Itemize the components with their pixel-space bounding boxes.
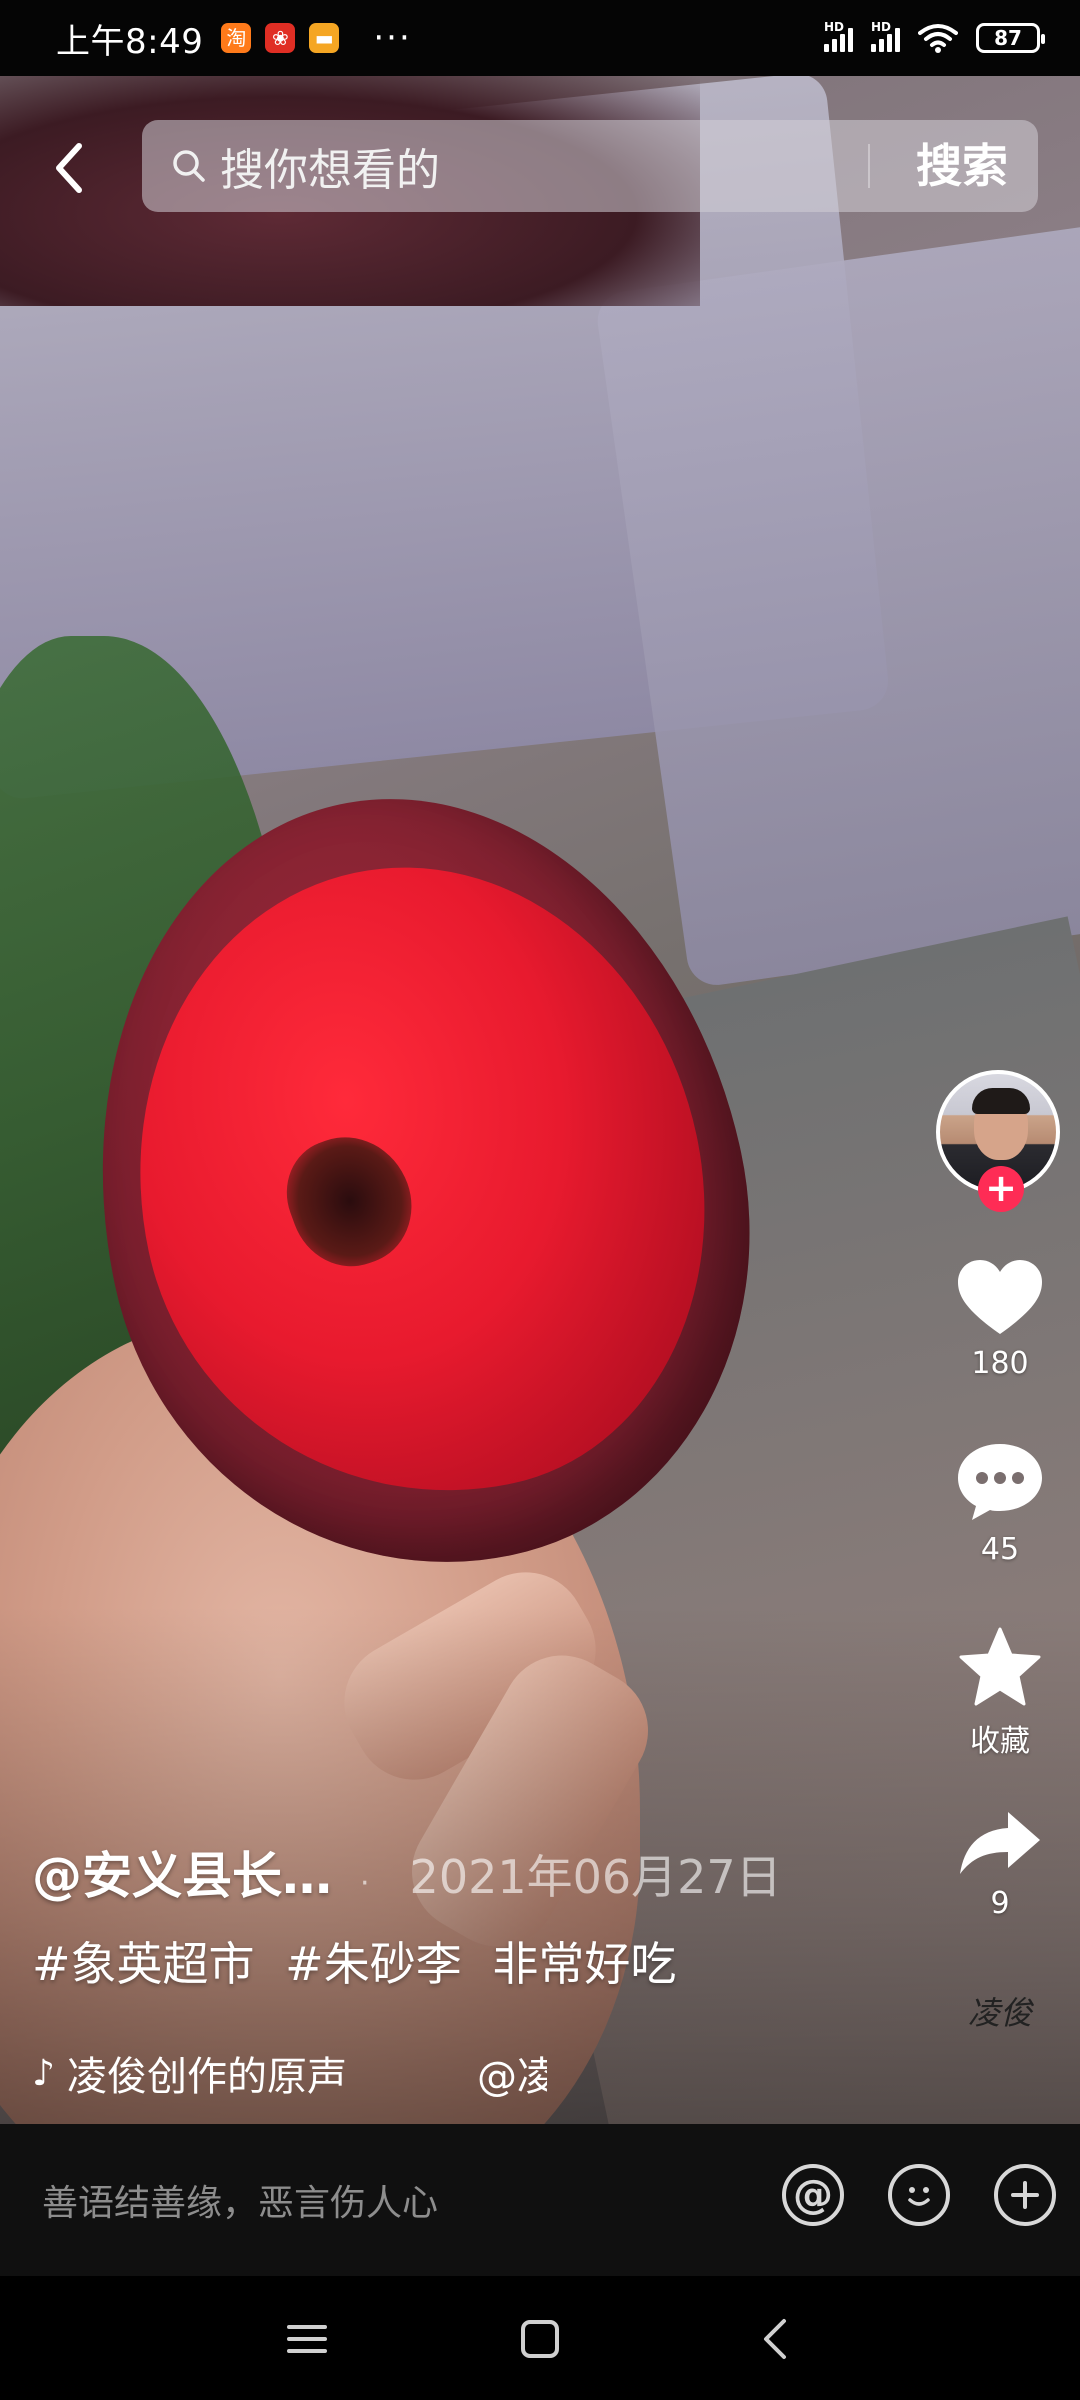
comment-bar-icons: @ [782, 2164, 1056, 2226]
message-app-icon: ▬ [309, 23, 340, 53]
comment-icon [958, 1444, 1042, 1520]
music-row[interactable]: ♪ 凌俊创作的原声 @凌 [32, 2044, 912, 2102]
signal-icon: HD [824, 20, 853, 52]
comment-count: 45 [980, 1532, 1020, 1567]
status-right: HD HD 87 [824, 20, 1045, 53]
chevron-left-icon [56, 143, 82, 193]
author-name[interactable]: @安义县长… [32, 1836, 332, 1908]
home-square-icon [521, 2320, 559, 2358]
signal-hd-label: HD [871, 20, 892, 34]
author-row: @安义县长… · 2021年06月27日 [32, 1836, 912, 1908]
add-icon[interactable] [994, 2164, 1056, 2226]
hashtag-link[interactable]: #朱砂李 [285, 1937, 462, 1991]
battery-level: 87 [994, 26, 1022, 50]
favorite-label: 收藏 [970, 1724, 1030, 1759]
status-bar: 上午8:49 淘 ❀ ▬ ··· HD HD 87 [0, 0, 1080, 76]
wifi-icon [918, 24, 958, 53]
share-arrow-icon [960, 1812, 1040, 1874]
search-input[interactable]: 搜你想看的 [220, 134, 440, 198]
hashtag-link[interactable]: #象英超市 [32, 1937, 255, 1991]
signal-hd-label: HD [824, 20, 845, 34]
smiley-icon [908, 2187, 930, 2206]
nav-home-button[interactable] [505, 2304, 575, 2374]
music-disc-text: 凌俊 [967, 1994, 1032, 2032]
notification-icons: 淘 ❀ ▬ ··· [221, 21, 411, 55]
comment-input[interactable]: 善语结善缘，恶言伤人心 [42, 2174, 438, 2226]
music-mention[interactable]: @凌 [477, 2044, 547, 2102]
pinduoduo-app-icon: ❀ [265, 23, 296, 53]
search-divider [868, 144, 870, 188]
search-box[interactable]: 搜你想看的 搜索 [142, 120, 1038, 212]
music-note-icon: ♪ [32, 2052, 55, 2094]
avatar-hair [972, 1088, 1030, 1114]
post-date: 2021年06月27日 [409, 1850, 782, 1904]
nav-menu-button[interactable] [272, 2304, 342, 2374]
video-caption: @安义县长… · 2021年06月27日 #象英超市 #朱砂李 非常好吃 ♪ 凌… [32, 1836, 912, 2102]
video-screen: 上午8:49 淘 ❀ ▬ ··· HD HD 87 搜你想看的 搜索 + 180… [0, 0, 1080, 2400]
comment-bar[interactable]: 善语结善缘，恶言伤人心 @ [0, 2124, 1080, 2276]
menu-icon [287, 2325, 327, 2353]
comment-button[interactable]: 45 [940, 1440, 1060, 1567]
music-title[interactable]: 凌俊创作的原声 [67, 2044, 417, 2102]
nav-back-button[interactable] [740, 2304, 810, 2374]
mention-icon[interactable]: @ [782, 2164, 844, 2226]
back-button[interactable] [44, 136, 92, 200]
follow-button[interactable]: + [978, 1166, 1024, 1212]
signal-icon: HD [871, 20, 900, 52]
backdrop-crate-right [593, 223, 1080, 989]
plus-icon [1011, 2181, 1039, 2209]
search-icon [173, 150, 205, 182]
like-button[interactable]: 180 [940, 1258, 1060, 1381]
video-player[interactable] [0, 76, 1080, 2126]
share-button[interactable]: 9 [940, 1808, 1060, 1921]
like-count: 180 [971, 1346, 1029, 1381]
date-separator: · [360, 1866, 370, 1901]
battery-icon: 87 [976, 23, 1045, 53]
emoji-icon[interactable] [888, 2164, 950, 2226]
music-disc-logo[interactable]: 凌俊 [960, 1996, 1040, 2076]
star-icon [959, 1627, 1041, 1706]
more-notifications-icon: ··· [373, 18, 412, 58]
search-button[interactable]: 搜索 [916, 120, 1008, 212]
share-count: 9 [990, 1886, 1010, 1921]
status-time: 上午8:49 [56, 21, 204, 62]
video-description: #象英超市 #朱砂李 非常好吃 [32, 1928, 912, 1994]
navigation-bar [0, 2276, 1080, 2400]
nav-back-icon [764, 2319, 786, 2359]
favorite-button[interactable]: 收藏 [940, 1626, 1060, 1760]
heart-icon [958, 1260, 1042, 1334]
taobao-app-icon: 淘 [221, 23, 252, 53]
description-text: 非常好吃 [492, 1937, 677, 1991]
